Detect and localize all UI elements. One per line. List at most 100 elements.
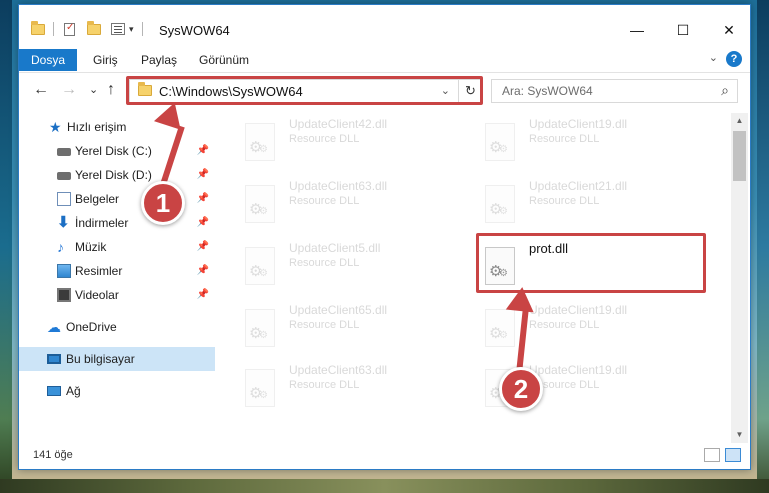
file-item[interactable]: UpdateClient63.dll Resource DLL — [215, 179, 445, 227]
sidebar-item-this-pc[interactable]: Bu bilgisayar — [19, 347, 215, 371]
desktop-background-right — [757, 0, 769, 493]
sidebar-item-label: Bu bilgisayar — [66, 352, 135, 366]
sidebar-item-documents[interactable]: Belgeler 📌 — [19, 187, 215, 211]
tab-home[interactable]: Giriş — [93, 49, 118, 71]
file-item[interactable]: UpdateClient5.dll Resource DLL — [215, 241, 445, 289]
scroll-down-icon[interactable]: ▼ — [731, 427, 748, 443]
file-highlight-box — [476, 233, 706, 293]
up-button[interactable]: ↑ — [107, 81, 115, 99]
search-icon[interactable]: ⌕ — [721, 82, 729, 99]
ribbon-tabs: Dosya Giriş Paylaş Görünüm ⌄ ? — [19, 45, 750, 73]
sidebar-item-downloads[interactable]: ⬇ İndirmeler 📌 — [19, 211, 215, 235]
dll-file-icon — [245, 123, 275, 161]
pictures-icon — [57, 264, 71, 278]
dll-file-icon — [245, 185, 275, 223]
sidebar-item-onedrive[interactable]: ☁ OneDrive — [19, 315, 215, 339]
maximize-button[interactable]: ☐ — [660, 15, 706, 45]
sidebar-item-music[interactable]: ♪ Müzik 📌 — [19, 235, 215, 259]
download-icon: ⬇ — [57, 214, 70, 231]
file-name: UpdateClient63.dll — [289, 179, 388, 193]
scroll-up-icon[interactable]: ▲ — [731, 113, 748, 129]
forward-button[interactable]: → — [61, 81, 77, 99]
file-item[interactable]: UpdateClient65.dll Resource DLL — [215, 303, 445, 351]
recent-locations-button[interactable]: ⌄ — [89, 83, 98, 96]
back-button[interactable]: ← — [33, 81, 49, 99]
expand-ribbon-icon[interactable]: ⌄ — [709, 51, 718, 64]
vertical-scrollbar[interactable]: ▲ ▼ — [731, 113, 748, 443]
dll-file-icon — [485, 123, 515, 161]
qa-dropdown-icon[interactable]: ▾ — [129, 24, 134, 35]
dll-file-icon — [245, 247, 275, 285]
help-icon[interactable]: ? — [726, 51, 742, 67]
desktop-background-left — [0, 0, 12, 493]
tab-share[interactable]: Paylaş — [141, 49, 177, 71]
file-type: Resource DLL — [529, 133, 600, 145]
pc-icon — [47, 354, 61, 364]
dll-file-icon — [245, 369, 275, 407]
file-name: UpdateClient42.dll — [289, 117, 388, 131]
properties-check-icon[interactable] — [64, 22, 75, 36]
sidebar-item-network[interactable]: Ağ — [19, 379, 215, 403]
dll-file-icon — [485, 309, 515, 347]
sidebar-item-local-disk-c[interactable]: Yerel Disk (C:) 📌 — [19, 139, 215, 163]
scroll-thumb[interactable] — [733, 131, 746, 181]
file-type: Resource DLL — [289, 379, 360, 391]
file-item[interactable]: UpdateClient42.dll Resource DLL — [215, 117, 445, 165]
details-view-icon[interactable] — [704, 448, 720, 462]
sidebar-item-local-disk-d[interactable]: Yerel Disk (D:) 📌 — [19, 163, 215, 187]
address-highlight-box — [126, 76, 483, 105]
sidebar-item-label: Yerel Disk (D:) — [75, 168, 152, 182]
desktop-background-bottom — [0, 479, 769, 493]
pin-icon[interactable]: 📌 — [197, 187, 209, 211]
sidebar-item-label: Videolar — [75, 288, 119, 302]
sidebar-item-label: Hızlı erişim — [67, 120, 127, 134]
file-name: UpdateClient21.dll — [529, 179, 628, 193]
drive-icon — [57, 172, 71, 180]
pin-icon[interactable]: 📌 — [197, 163, 209, 187]
minimize-button[interactable]: — — [614, 15, 660, 45]
callout-step-2: 2 — [499, 367, 543, 411]
pin-icon[interactable]: 📌 — [197, 235, 209, 259]
callout-arrowhead-2 — [505, 285, 537, 313]
sidebar-item-label: İndirmeler — [75, 216, 129, 230]
sidebar-item-label: Ağ — [66, 384, 81, 398]
pin-icon[interactable]: 📌 — [197, 139, 209, 163]
file-name: UpdateClient65.dll — [289, 303, 388, 317]
sidebar-item-label: Resimler — [75, 264, 123, 278]
sidebar-item-videos[interactable]: Videolar 📌 — [19, 283, 215, 307]
file-item[interactable]: UpdateClient19.dll Resource DLL — [455, 303, 685, 351]
large-icons-view-icon[interactable] — [725, 448, 741, 462]
separator — [53, 22, 54, 36]
explorer-window: ▾ SysWOW64 — ☐ ✕ Dosya Giriş Paylaş Görü… — [18, 4, 751, 470]
pin-icon[interactable]: 📌 — [197, 283, 209, 307]
onedrive-icon: ☁ — [47, 319, 61, 335]
file-item[interactable]: UpdateClient21.dll Resource DLL — [455, 179, 685, 227]
tab-file[interactable]: Dosya — [19, 49, 77, 71]
search-placeholder: Ara: SysWOW64 — [502, 84, 593, 98]
file-name: UpdateClient5.dll — [289, 241, 381, 255]
star-icon: ★ — [49, 119, 62, 135]
network-icon — [47, 386, 61, 396]
customize-icon[interactable] — [111, 23, 125, 35]
file-type: Resource DLL — [289, 133, 360, 145]
file-item[interactable]: UpdateClient63.dll Resource DLL — [215, 363, 445, 411]
close-button[interactable]: ✕ — [706, 15, 752, 45]
dll-file-icon — [245, 309, 275, 347]
file-name: UpdateClient19.dll — [529, 303, 628, 317]
music-icon: ♪ — [57, 239, 64, 255]
sidebar-item-label: OneDrive — [66, 320, 117, 334]
file-item[interactable]: UpdateClient19.dll Resource DLL — [455, 117, 685, 165]
callout-step-1: 1 — [141, 181, 185, 225]
title-bar: ▾ SysWOW64 — ☐ ✕ — [19, 5, 750, 45]
file-name: UpdateClient63.dll — [289, 363, 388, 377]
search-box[interactable]: Ara: SysWOW64 ⌕ — [491, 79, 738, 103]
tab-view[interactable]: Görünüm — [199, 49, 249, 71]
pin-icon[interactable]: 📌 — [197, 259, 209, 283]
new-folder-icon[interactable] — [87, 20, 101, 35]
documents-icon — [57, 192, 71, 206]
file-type: Resource DLL — [529, 319, 600, 331]
file-item[interactable]: UpdateClient19.dll Resource DLL — [455, 363, 685, 411]
pin-icon[interactable]: 📌 — [197, 211, 209, 235]
file-type: Resource DLL — [529, 195, 600, 207]
sidebar-item-pictures[interactable]: Resimler 📌 — [19, 259, 215, 283]
